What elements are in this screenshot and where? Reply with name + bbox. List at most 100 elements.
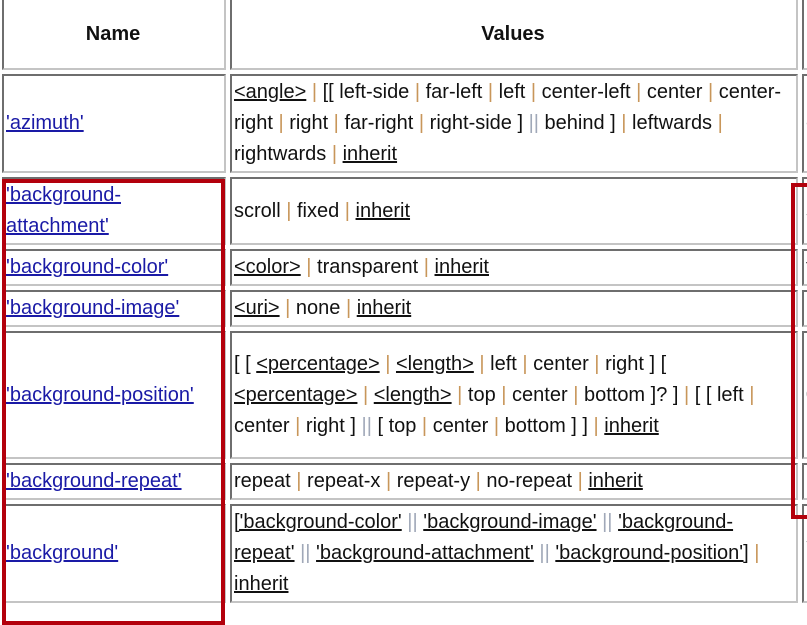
value-keyword: [[ left-side [322,81,410,103]
value-keyword: center [533,352,589,375]
value-separator: | [678,383,695,406]
value-type-link[interactable]: inherit [356,200,410,222]
value-separator: | [495,383,513,406]
value-separator: | [615,112,633,134]
value-separator: | [289,414,306,437]
property-initial-cell: s [802,177,807,245]
value-separator: | [339,199,356,222]
value-keyword: rightwards [234,143,327,165]
value-separator: || [401,511,424,533]
property-initial-cell: 0 [802,331,807,459]
value-keyword: right-side ] [429,112,524,134]
value-keyword: repeat [234,470,291,492]
property-link[interactable]: 'azimuth' [6,112,84,134]
value-keyword: repeat-x [307,470,381,492]
value-type-link[interactable]: <length> [396,353,474,375]
value-separator: || [596,511,619,533]
value-separator: | [488,414,505,437]
value-type-link[interactable]: inherit [357,297,411,319]
value-separator: | [418,256,435,278]
table-row: 'background-repeat' repeat | repeat-x | r… [2,463,807,500]
value-keyword: center [432,414,489,437]
value-keyword: center [512,383,568,406]
property-link[interactable]: 'background-position' [6,384,194,406]
value-type-link[interactable]: inherit [604,415,658,437]
value-keyword: behind ] [544,112,616,134]
property-values-cell: ['background-color' || 'background-image… [230,504,798,603]
value-type-link[interactable]: <percentage> [234,384,357,406]
table-row: 'background-attachment' scroll | fixed | … [2,177,807,245]
value-type-link[interactable]: <percentage> [256,353,379,375]
property-name-cell: 'background-position' [2,331,226,459]
value-separator: | [572,470,589,492]
property-values-cell: <angle> | [[ left-side | far-left | left… [230,74,798,173]
value-keyword: left [498,81,526,103]
property-link[interactable]: 'background-image' [6,297,179,319]
value-separator: | [300,256,318,278]
value-type-link[interactable]: 'background-attachment' [316,542,534,564]
property-table: Name Values 'azimuth' <angle> | [[ left-s… [0,0,807,607]
property-link[interactable]: 'background-repeat' [6,470,182,492]
value-separator: | [326,143,343,165]
value-keyword: scroll [234,199,281,222]
table-row: 'background' ['background-color' || 'back… [2,504,807,603]
value-separator: | [588,352,606,375]
property-link[interactable]: 'background-attachment' [6,184,121,237]
value-separator: | [482,81,499,103]
value-keyword: none [295,297,341,319]
value-separator: | [470,470,487,492]
value-separator: | [702,81,719,103]
value-type-link[interactable]: <uri> [234,297,280,319]
value-type-link[interactable]: <length> [374,384,452,406]
value-separator: | [379,352,396,375]
value-type-link[interactable]: inherit [343,143,397,165]
value-separator: | [380,470,397,492]
value-type-link[interactable]: 'background-image' [423,511,596,533]
value-separator: | [272,112,290,134]
value-separator: | [748,542,760,564]
value-separator: || [355,414,378,437]
value-separator: | [516,352,534,375]
value-separator: | [290,470,308,492]
header-name: Name [2,0,226,70]
value-keyword: left [490,352,517,375]
property-initial-cell: n [802,290,807,327]
value-keyword: bottom ]? ] [583,383,679,406]
property-values-cell: scroll | fixed | inherit [230,177,798,245]
table-row: 'background-image' <uri> | none | inherit… [2,290,807,327]
property-link[interactable]: 'background-color' [6,256,168,278]
value-type-link[interactable]: <color> [234,256,301,278]
property-initial-cell: s p [802,504,807,603]
value-type-link[interactable]: inherit [435,256,489,278]
value-type-link[interactable]: ['background-color' [234,511,402,533]
value-separator: | [525,81,542,103]
table-row: 'background-position' [ [ <percentage> | … [2,331,807,459]
value-keyword: far-left [425,81,483,103]
property-name-cell: 'azimuth' [2,74,226,173]
header-values: Values [230,0,798,70]
value-keyword: leftwards [632,112,713,134]
value-type-link[interactable]: 'background-position'] [555,542,748,564]
header-initial [802,0,807,70]
value-keyword: center-left [541,81,631,103]
property-values-cell: repeat | repeat-x | repeat-y | no-repeat… [230,463,798,500]
value-separator: | [357,383,374,406]
property-initial-cell: tr [802,249,807,286]
value-type-link[interactable]: <angle> [234,81,306,103]
value-separator: | [328,112,345,134]
value-separator: | [413,112,430,134]
value-keyword: right [289,112,329,134]
value-separator: | [567,383,584,406]
property-link[interactable]: 'background' [6,542,118,564]
property-values-cell: <uri> | none | inherit [230,290,798,327]
value-type-link[interactable]: inherit [234,573,288,595]
value-separator: | [416,414,433,437]
value-separator: | [630,81,647,103]
value-separator: | [743,383,755,406]
value-keyword: top [467,383,496,406]
value-keyword: [ [ left [694,383,744,406]
value-separator: | [340,297,357,319]
property-name-cell: 'background' [2,504,226,603]
property-initial-cell: c [802,74,807,173]
value-type-link[interactable]: inherit [588,470,642,492]
